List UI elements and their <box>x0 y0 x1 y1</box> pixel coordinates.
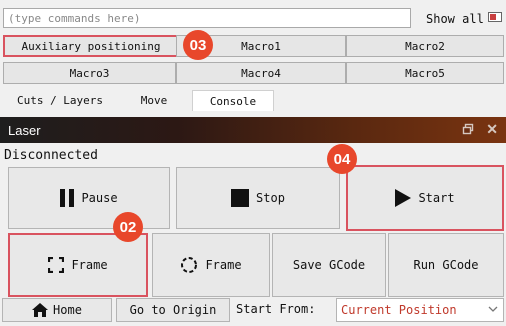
go-to-origin-label: Go to Origin <box>129 303 217 317</box>
tab-cuts-layers[interactable]: Cuts / Layers <box>4 90 116 111</box>
float-window-icon[interactable] <box>462 123 474 135</box>
laser-panel-title: Laser <box>8 122 41 138</box>
save-gcode-button[interactable]: Save GCode <box>272 233 386 297</box>
connection-status: Disconnected <box>4 148 98 163</box>
frame-rect-button[interactable]: Frame <box>8 233 148 297</box>
chevron-down-icon <box>488 306 498 312</box>
pause-label: Pause <box>81 191 118 205</box>
start-button[interactable]: Start <box>346 165 504 231</box>
tab-move-label: Move <box>140 94 168 107</box>
command-input[interactable] <box>3 8 411 28</box>
run-gcode-button[interactable]: Run GCode <box>388 233 504 297</box>
tab-console-label: Console <box>209 94 257 108</box>
pause-icon <box>60 189 75 207</box>
stop-label: Stop <box>256 191 285 205</box>
start-from-value: Current Position <box>341 303 457 317</box>
frame-circle-button[interactable]: Frame <box>152 233 270 297</box>
macro3-button[interactable]: Macro3 <box>3 62 176 84</box>
play-icon <box>395 189 412 207</box>
stop-button[interactable]: Stop <box>176 167 340 229</box>
macro5-button[interactable]: Macro5 <box>346 62 504 84</box>
laser-panel-titlebar: Laser ✕ <box>0 117 506 143</box>
frame-circle-icon <box>181 257 198 273</box>
tab-console[interactable]: Console <box>192 90 274 111</box>
macro4-label: Macro4 <box>241 66 281 80</box>
auxiliary-positioning-label: Auxiliary positioning <box>21 39 161 53</box>
macro5-label: Macro5 <box>405 66 445 80</box>
stop-icon <box>231 189 250 207</box>
tab-cuts-layers-label: Cuts / Layers <box>16 94 104 107</box>
frame-square-icon <box>48 257 65 273</box>
macro2-label: Macro2 <box>405 39 445 53</box>
close-icon[interactable]: ✕ <box>486 121 498 138</box>
start-from-label: Start From: <box>236 302 316 316</box>
annotation-badge-04: 04 <box>327 144 357 174</box>
macro4-button[interactable]: Macro4 <box>176 62 346 84</box>
start-from-select[interactable]: Current Position <box>336 298 504 322</box>
home-button[interactable]: Home <box>2 298 112 322</box>
start-label: Start <box>418 191 455 205</box>
show-all-label: Show all <box>426 12 484 26</box>
save-gcode-label: Save GCode <box>292 258 366 272</box>
pause-button[interactable]: Pause <box>8 167 170 229</box>
tab-move[interactable]: Move <box>118 90 190 111</box>
home-icon <box>32 303 49 317</box>
show-all-checkbox[interactable] <box>488 12 502 22</box>
macro1-label: Macro1 <box>241 39 281 53</box>
macro2-button[interactable]: Macro2 <box>346 35 504 57</box>
frame-circle-label: Frame <box>205 258 242 272</box>
home-label: Home <box>53 303 82 317</box>
macro3-label: Macro3 <box>69 66 110 80</box>
run-gcode-label: Run GCode <box>413 258 479 272</box>
go-to-origin-button[interactable]: Go to Origin <box>116 298 230 322</box>
frame-rect-label: Frame <box>71 258 108 272</box>
auxiliary-positioning-button[interactable]: Auxiliary positioning <box>3 35 179 57</box>
annotation-badge-02: 02 <box>113 212 143 242</box>
annotation-badge-03: 03 <box>183 30 213 60</box>
